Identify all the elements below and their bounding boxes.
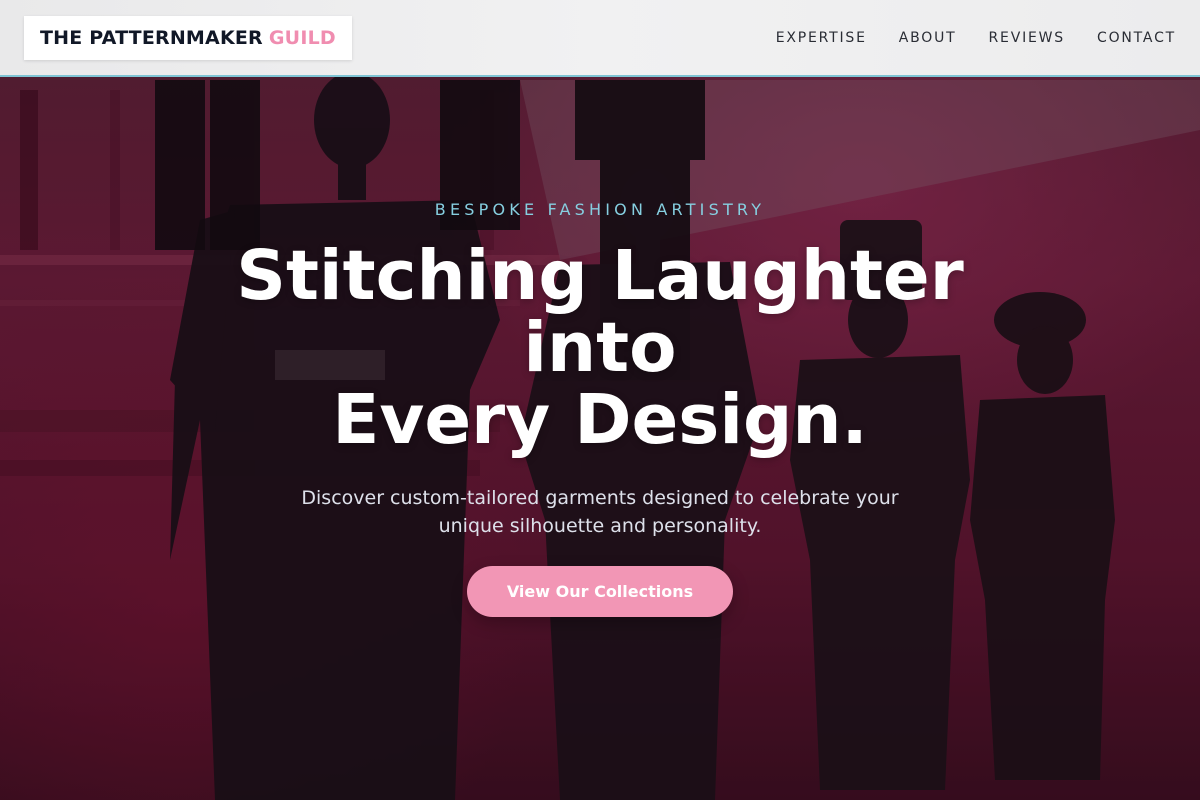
hero-section: BESPOKE FASHION ARTISTRY Stitching Laugh… xyxy=(0,200,1200,617)
headline-line-3: Every Design. xyxy=(332,380,868,460)
nav-link-about[interactable]: ABOUT xyxy=(899,30,957,46)
page: THE PATTERNMAKER GUILD EXPERTISE ABOUT R… xyxy=(0,0,1200,800)
headline-line-1: Stitching Laughter xyxy=(236,236,964,316)
view-collections-button[interactable]: View Our Collections xyxy=(467,566,733,617)
headline-line-2: into xyxy=(523,308,677,388)
hero-headline: Stitching Laughter into Every Design. xyxy=(190,240,1010,456)
hero-eyebrow: BESPOKE FASHION ARTISTRY xyxy=(434,200,766,219)
main-nav: EXPERTISE ABOUT REVIEWS CONTACT xyxy=(776,0,1176,76)
nav-link-contact[interactable]: CONTACT xyxy=(1097,30,1176,46)
site-logo[interactable]: THE PATTERNMAKER GUILD xyxy=(24,16,352,60)
nav-link-reviews[interactable]: REVIEWS xyxy=(989,30,1065,46)
logo-accent-text: GUILD xyxy=(268,27,336,49)
hero-subtitle: Discover custom-tailored garments design… xyxy=(301,487,899,537)
nav-link-expertise[interactable]: EXPERTISE xyxy=(776,30,867,46)
site-header: THE PATTERNMAKER GUILD EXPERTISE ABOUT R… xyxy=(0,0,1200,77)
logo-main-text: THE PATTERNMAKER xyxy=(40,27,263,49)
